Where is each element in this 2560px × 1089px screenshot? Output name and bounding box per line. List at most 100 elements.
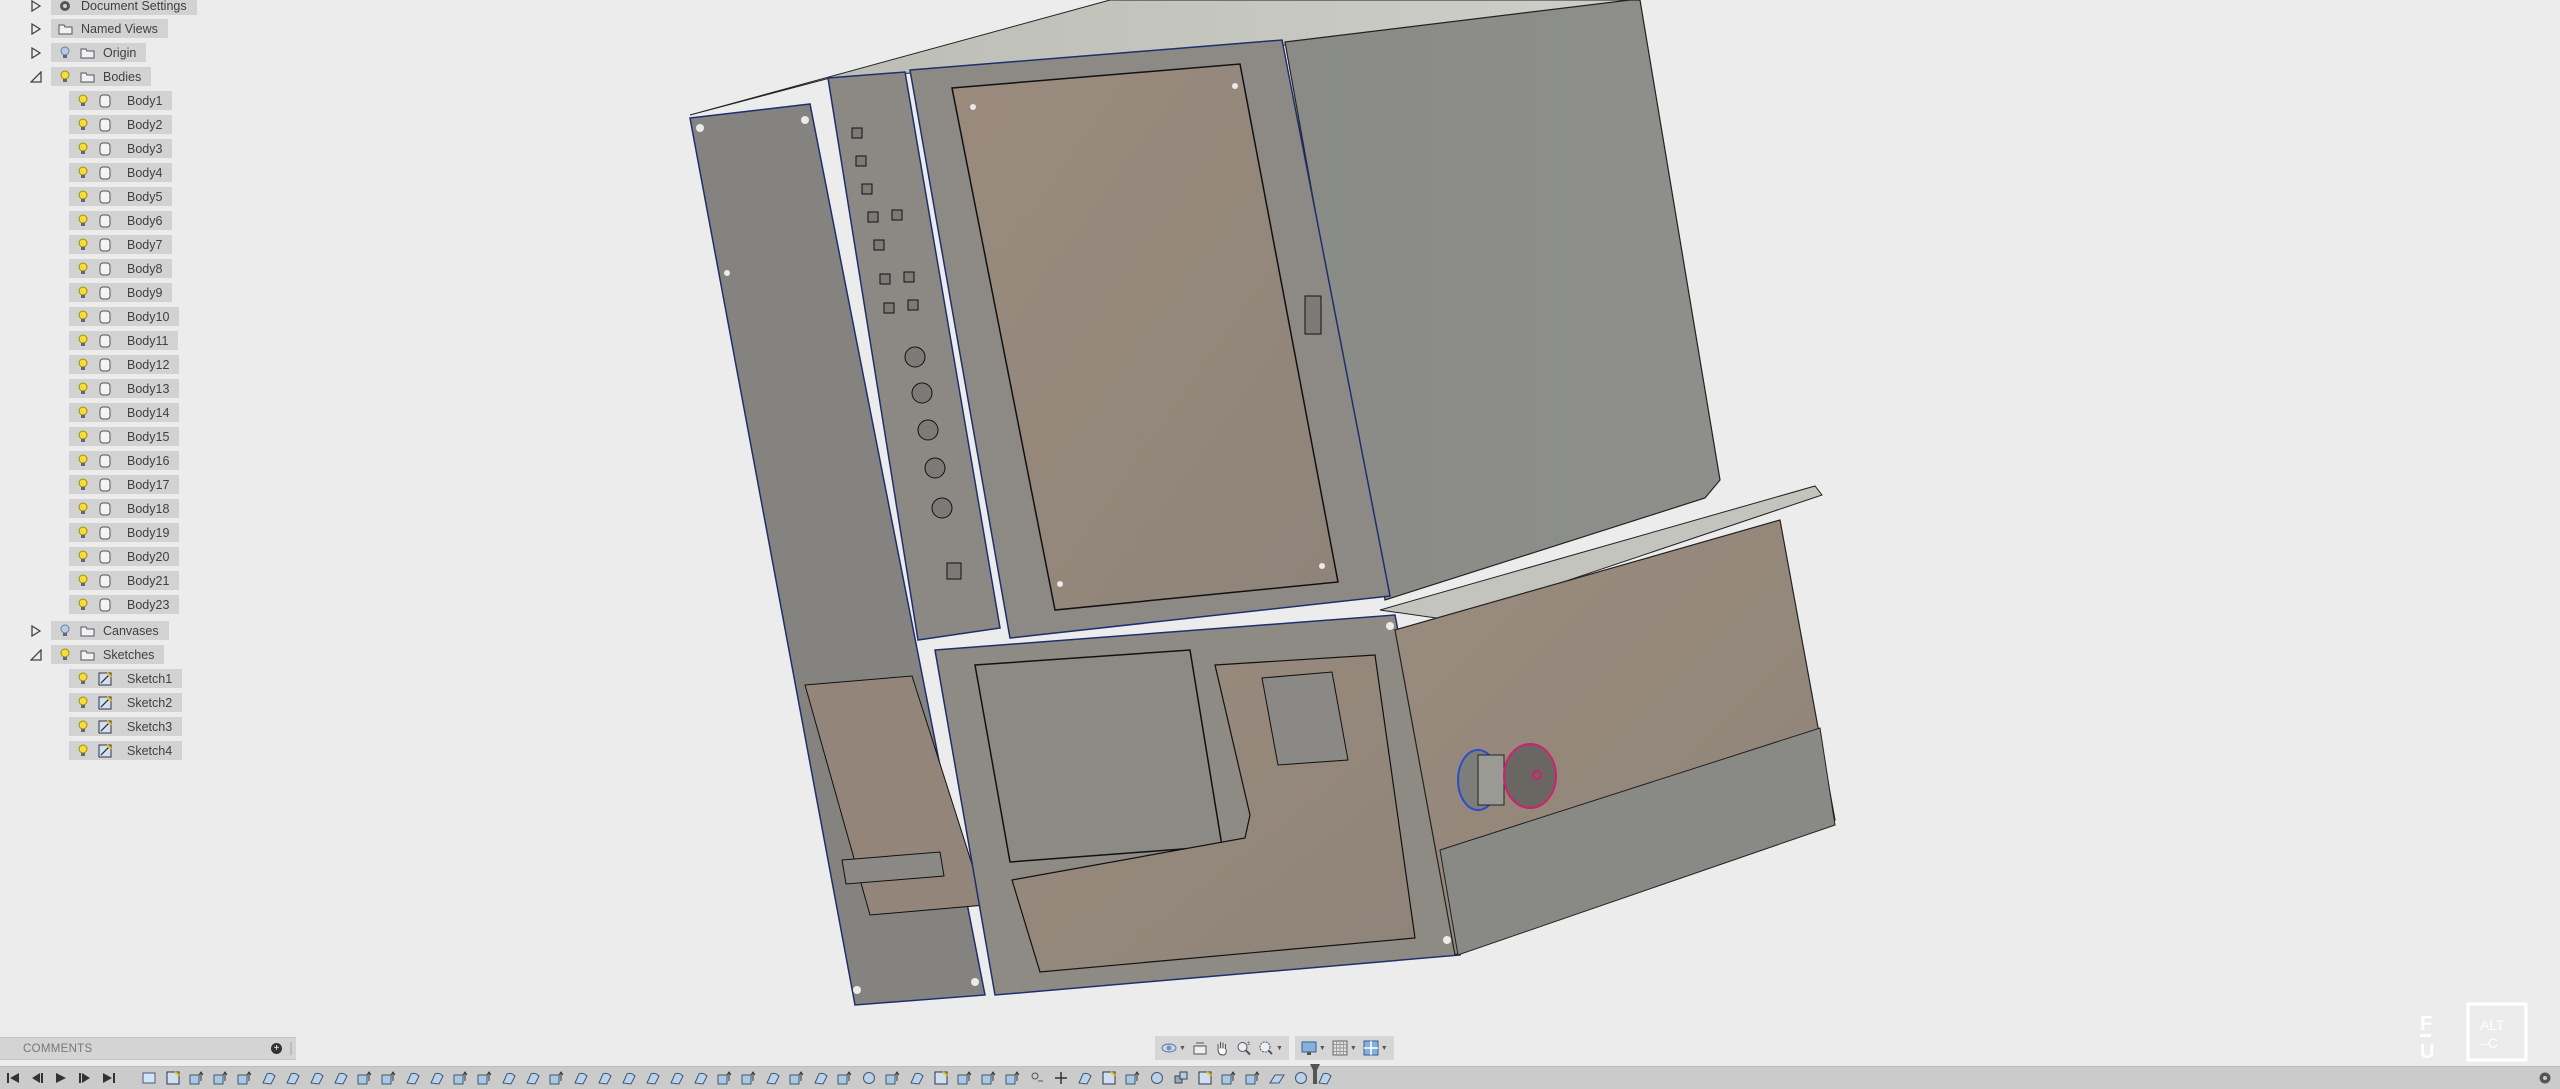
browser-item[interactable]: Body2 <box>69 115 173 134</box>
lightbulb-on-icon[interactable] <box>75 501 91 517</box>
lightbulb-on-icon[interactable] <box>75 429 91 445</box>
timeline-feature-extrude[interactable] <box>356 1070 374 1086</box>
timeline-feature-fillet[interactable] <box>1076 1070 1094 1086</box>
timeline-feature-fillet[interactable] <box>404 1070 422 1086</box>
browser-node-document-settings[interactable]: Document Settings <box>51 0 197 15</box>
browser-item[interactable]: Body18 <box>69 499 180 518</box>
plus-circle-icon[interactable]: + <box>271 1043 282 1054</box>
lightbulb-on-icon[interactable] <box>75 573 91 589</box>
timeline-feature-extrude[interactable] <box>188 1070 206 1086</box>
timeline-feature-fillet[interactable] <box>260 1070 278 1086</box>
timeline-feature-fillet[interactable] <box>668 1070 686 1086</box>
play-button[interactable] <box>54 1070 68 1086</box>
browser-item[interactable]: Body1 <box>69 91 173 110</box>
browser-item[interactable]: Sketch2 <box>69 693 183 712</box>
browser-item[interactable]: Body20 <box>69 547 180 566</box>
timeline-feature-revolve[interactable] <box>860 1070 878 1086</box>
browser-item[interactable]: Body13 <box>69 379 180 398</box>
browser-node-bodies[interactable]: Bodies <box>51 67 152 86</box>
canvas-viewport[interactable] <box>0 0 2560 1060</box>
timeline-feature-fillet[interactable] <box>764 1070 782 1086</box>
expand-triangle-icon[interactable] <box>29 21 43 37</box>
timeline-feature-extrude[interactable] <box>956 1070 974 1086</box>
timeline-feature-extrude[interactable] <box>1244 1070 1262 1086</box>
timeline-feature-extrude[interactable] <box>836 1070 854 1086</box>
timeline-feature-revolve[interactable] <box>1148 1070 1166 1086</box>
lightbulb-on-icon[interactable] <box>57 647 73 663</box>
browser-item[interactable]: Sketch1 <box>69 669 183 688</box>
browser-item[interactable]: Body19 <box>69 523 180 542</box>
lightbulb-on-icon[interactable] <box>75 525 91 541</box>
lightbulb-on-icon[interactable] <box>57 69 73 85</box>
timeline-feature-fillet[interactable] <box>620 1070 638 1086</box>
browser-item[interactable]: Body3 <box>69 139 173 158</box>
browser-item[interactable]: Body10 <box>69 307 180 326</box>
browser-node-named-views[interactable]: Named Views <box>51 19 168 38</box>
lightbulb-on-icon[interactable] <box>75 261 91 277</box>
timeline-feature-fillet[interactable] <box>524 1070 542 1086</box>
browser-item[interactable]: Body9 <box>69 283 173 302</box>
lightbulb-on-icon[interactable] <box>75 719 91 735</box>
lightbulb-on-icon[interactable] <box>75 141 91 157</box>
browser-item[interactable]: Body7 <box>69 235 173 254</box>
browser-item[interactable]: Body5 <box>69 187 173 206</box>
browser-node-origin[interactable]: Origin <box>51 43 147 62</box>
go-to-start-button[interactable] <box>6 1070 20 1086</box>
look-at-button[interactable] <box>1192 1038 1208 1058</box>
timeline-feature-extrude[interactable] <box>548 1070 566 1086</box>
lightbulb-on-icon[interactable] <box>75 695 91 711</box>
browser-item[interactable]: Sketch4 <box>69 741 183 760</box>
lightbulb-on-icon[interactable] <box>75 117 91 133</box>
3d-model[interactable] <box>0 0 2560 1060</box>
timeline-feature-fillet[interactable] <box>332 1070 350 1086</box>
lightbulb-off-icon[interactable] <box>57 623 73 639</box>
grid-button[interactable]: ▼ <box>1332 1038 1357 1058</box>
timeline-settings-gear-icon[interactable] <box>2538 1071 2552 1085</box>
lightbulb-on-icon[interactable] <box>75 357 91 373</box>
timeline-feature-combine[interactable] <box>1172 1070 1190 1086</box>
expand-triangle-icon[interactable] <box>29 0 43 14</box>
lightbulb-on-icon[interactable] <box>75 453 91 469</box>
timeline-feature-sketch[interactable] <box>932 1070 950 1086</box>
browser-item[interactable]: Body12 <box>69 355 180 374</box>
lightbulb-on-icon[interactable] <box>75 405 91 421</box>
timeline-feature-extrude[interactable] <box>980 1070 998 1086</box>
timeline-feature-fillet[interactable] <box>428 1070 446 1086</box>
lightbulb-on-icon[interactable] <box>75 477 91 493</box>
lightbulb-on-icon[interactable] <box>75 549 91 565</box>
timeline-feature-fillet[interactable] <box>812 1070 830 1086</box>
timeline-feature-extrude[interactable] <box>740 1070 758 1086</box>
lightbulb-on-icon[interactable] <box>75 93 91 109</box>
timeline-feature-fillet[interactable] <box>284 1070 302 1086</box>
browser-item[interactable]: Body17 <box>69 475 180 494</box>
browser-item[interactable]: Body23 <box>69 595 180 614</box>
browser-node-sketches[interactable]: Sketches <box>51 645 165 664</box>
timeline-feature-fillet[interactable] <box>596 1070 614 1086</box>
timeline-feature-fillet[interactable] <box>500 1070 518 1086</box>
timeline-feature-canvas[interactable] <box>140 1070 158 1086</box>
lightbulb-on-icon[interactable] <box>75 597 91 613</box>
browser-item[interactable]: Sketch3 <box>69 717 183 736</box>
browser-item[interactable]: Body11 <box>69 331 179 350</box>
comments-panel[interactable]: COMMENTS + <box>0 1037 296 1060</box>
timeline-feature-extrude[interactable] <box>212 1070 230 1086</box>
timeline-feature-fillet[interactable] <box>644 1070 662 1086</box>
timeline-feature-sketch[interactable] <box>1100 1070 1118 1086</box>
step-back-button[interactable] <box>30 1070 44 1086</box>
lightbulb-on-icon[interactable] <box>75 189 91 205</box>
timeline-feature-extrude[interactable] <box>884 1070 902 1086</box>
timeline-feature-extrude[interactable] <box>380 1070 398 1086</box>
panel-resize-handle[interactable] <box>290 1042 292 1055</box>
browser-item[interactable]: Body15 <box>69 427 180 446</box>
orbit-button[interactable]: ▼ <box>1161 1038 1186 1058</box>
step-forward-button[interactable] <box>78 1070 92 1086</box>
timeline-feature-sketch[interactable] <box>1196 1070 1214 1086</box>
fit-button[interactable]: ▼ <box>1258 1038 1283 1058</box>
timeline-feature-extrude[interactable] <box>716 1070 734 1086</box>
timeline-feature-sketch[interactable] <box>164 1070 182 1086</box>
browser-node-canvases[interactable]: Canvases <box>51 621 169 640</box>
browser-item[interactable]: Body16 <box>69 451 180 470</box>
timeline-feature-fillet[interactable] <box>692 1070 710 1086</box>
lightbulb-on-icon[interactable] <box>75 309 91 325</box>
timeline-feature-construction[interactable] <box>1028 1070 1046 1086</box>
